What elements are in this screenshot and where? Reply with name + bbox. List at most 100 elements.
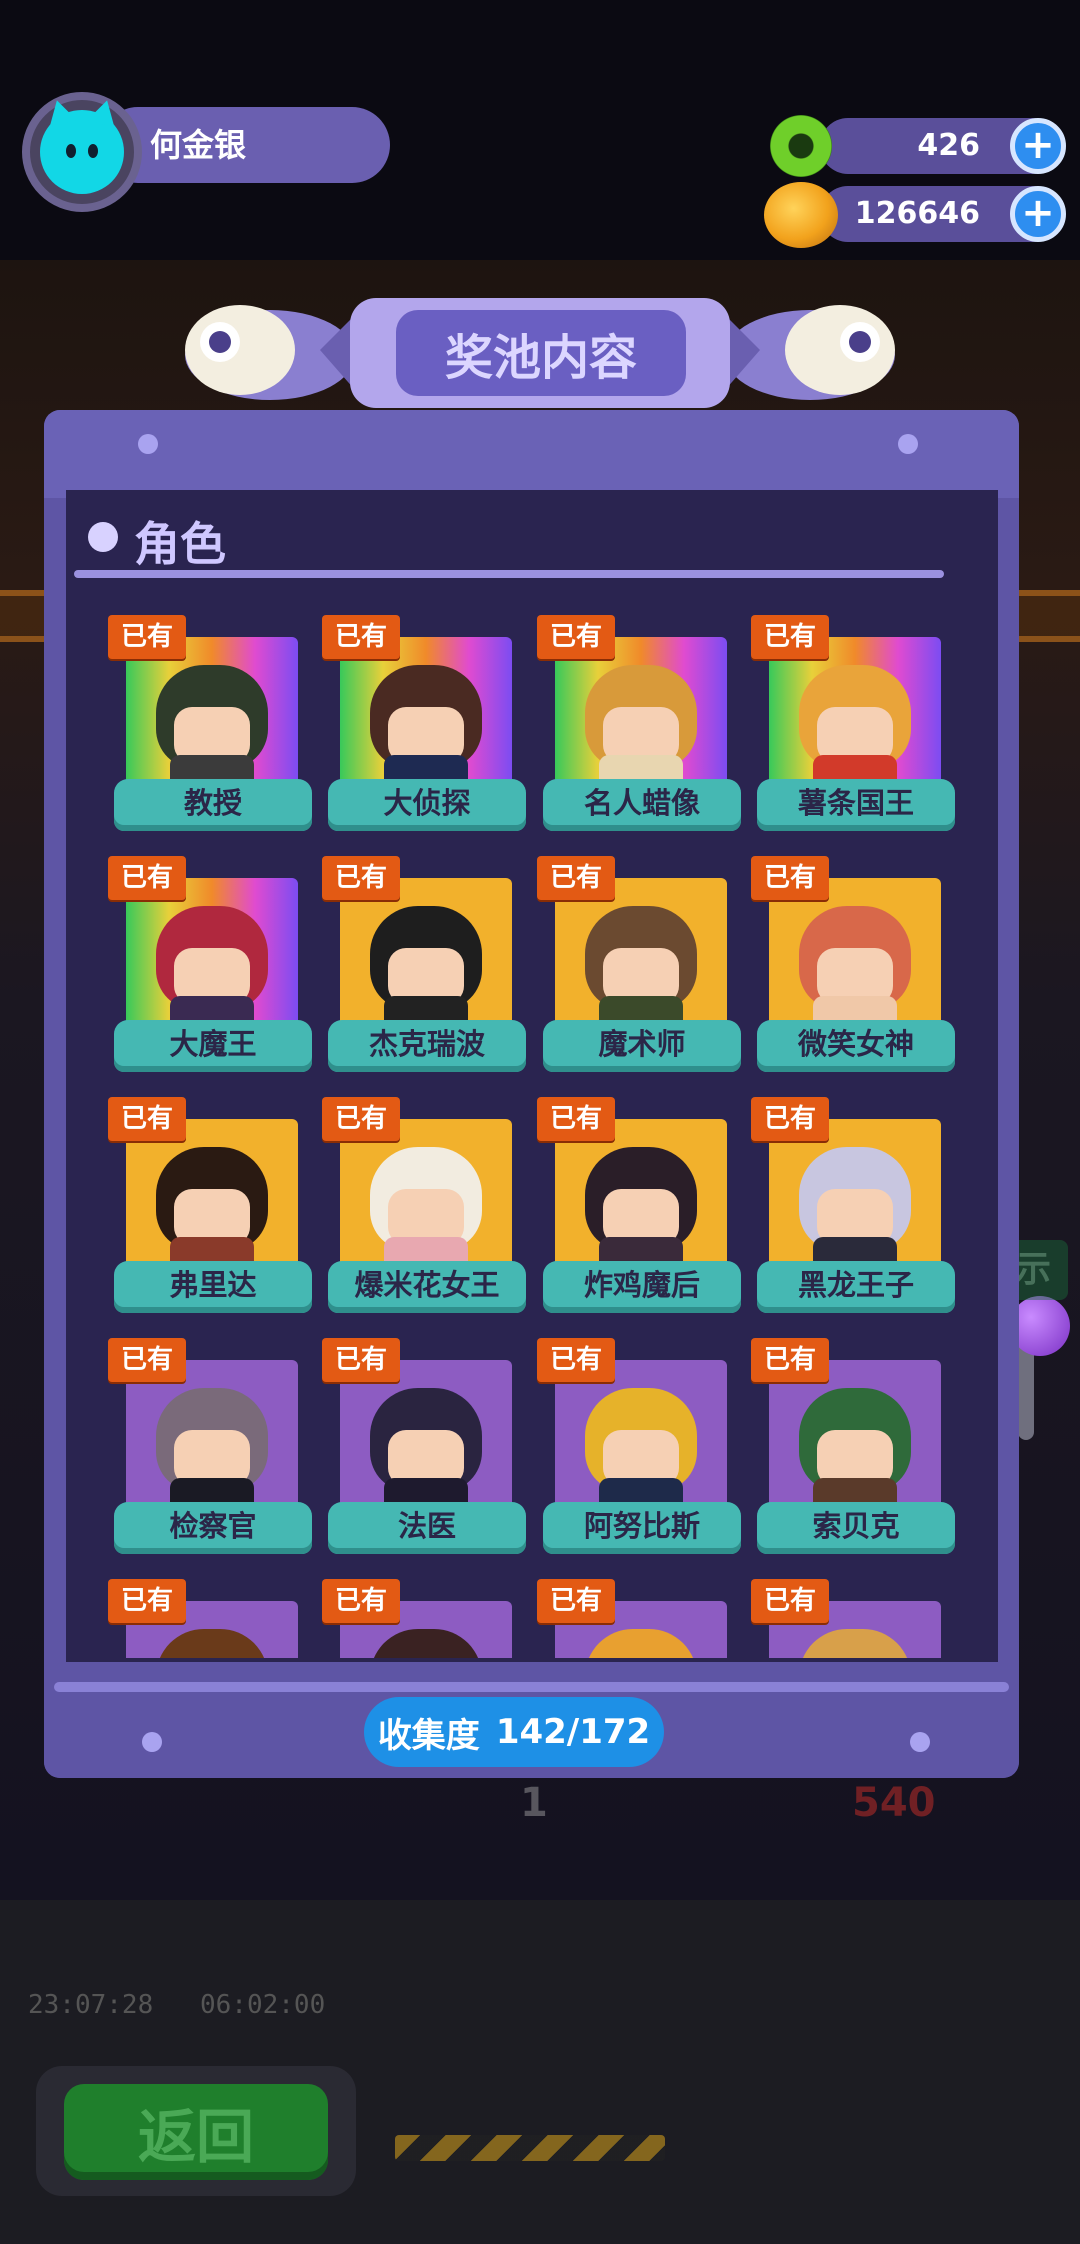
lever-knob-icon[interactable] (1010, 1296, 1070, 1356)
owned-badge: 已有 (537, 1579, 615, 1623)
character-card[interactable]: 已有教授 (108, 615, 318, 845)
owned-badge: 已有 (108, 1338, 186, 1382)
character-portrait (769, 1119, 941, 1271)
bg-coin-count-left: 1 (520, 1780, 548, 1826)
character-hair (370, 1629, 482, 1658)
modal-title: 奖池内容 (396, 310, 686, 396)
owned-badge: 已有 (751, 1579, 829, 1623)
character-card[interactable]: 已有黑龙王子 (751, 1097, 961, 1327)
collection-progress-value: 142/172 (495, 1712, 651, 1752)
back-button[interactable]: 返回 (64, 2084, 328, 2180)
owned-badge: 已有 (751, 856, 829, 900)
character-card[interactable]: 已有炸鸡魔后 (537, 1097, 747, 1327)
owned-badge: 已有 (751, 615, 829, 659)
character-portrait (126, 637, 298, 789)
character-portrait (555, 637, 727, 789)
section-divider (74, 570, 944, 578)
character-hair (156, 1629, 268, 1658)
character-portrait (555, 1119, 727, 1271)
character-name: 教授 (114, 779, 312, 831)
character-hair (585, 1629, 697, 1658)
collection-progress: 收集度 142/172 (364, 1697, 664, 1767)
character-name: 阿努比斯 (543, 1502, 741, 1554)
character-portrait (126, 1119, 298, 1271)
character-hair (799, 1629, 911, 1658)
character-name: 大侦探 (328, 779, 526, 831)
add-donut-coin-button[interactable]: + (1010, 118, 1066, 174)
character-card[interactable]: 已有法医 (322, 1338, 532, 1568)
character-portrait (340, 878, 512, 1030)
owned-badge: 已有 (751, 1338, 829, 1382)
gold-planet-coin-icon (764, 182, 838, 248)
donut-coin-value: 426 (917, 128, 980, 163)
cat-avatar-icon (40, 110, 124, 194)
character-portrait (555, 1360, 727, 1512)
character-card[interactable]: 已有阿努比斯 (537, 1338, 747, 1568)
character-card[interactable]: 已有大侦探 (322, 615, 532, 845)
rivet-icon (138, 434, 158, 454)
owned-badge: 已有 (322, 1097, 400, 1141)
hazard-stripe (395, 2135, 665, 2161)
character-name: 弗里达 (114, 1261, 312, 1313)
character-portrait (769, 1360, 941, 1512)
avatar[interactable] (22, 92, 142, 212)
character-card[interactable]: 已有 (537, 1579, 747, 1658)
character-card[interactable]: 已有 (322, 1579, 532, 1658)
fish-decoration-left-icon (185, 305, 360, 400)
character-portrait (769, 878, 941, 1030)
add-gold-coin-button[interactable]: + (1010, 186, 1066, 242)
character-card[interactable]: 已有 索贝克 (751, 1338, 961, 1568)
character-portrait (340, 1119, 512, 1271)
character-card[interactable]: 已有 薯条国王 (751, 615, 961, 845)
bg-timer-right: 06:02:00 (200, 1990, 326, 2020)
character-name: 炸鸡魔后 (543, 1261, 741, 1313)
character-name: 大魔王 (114, 1020, 312, 1072)
character-name: 微笑女神 (757, 1020, 955, 1072)
character-name: 名人蜡像 (543, 779, 741, 831)
character-portrait (340, 637, 512, 789)
character-name: 法医 (328, 1502, 526, 1554)
bg-timer-left: 23:07:28 (28, 1990, 154, 2020)
green-donut-coin-icon (770, 115, 832, 177)
rivet-icon (898, 434, 918, 454)
owned-badge: 已有 (108, 856, 186, 900)
owned-badge: 已有 (322, 615, 400, 659)
character-portrait (126, 878, 298, 1030)
owned-badge: 已有 (322, 856, 400, 900)
rivet-icon (910, 1732, 930, 1752)
character-grid[interactable]: 已有 教授 已有 大侦探 已有 名人蜡像 已有 薯条国王 已有 大魔王 已有 杰克瑞波 已有 魔术师 已有微… (66, 600, 998, 1658)
owned-badge: 已有 (322, 1579, 400, 1623)
owned-badge: 已有 (751, 1097, 829, 1141)
character-name: 黑龙王子 (757, 1261, 955, 1313)
character-card[interactable]: 已有杰克瑞波 (322, 856, 532, 1086)
character-name: 检察官 (114, 1502, 312, 1554)
character-portrait (126, 1360, 298, 1512)
character-portrait (340, 1360, 512, 1512)
character-card[interactable]: 已有 魔术师 (537, 856, 747, 1086)
character-card[interactable]: 已有 (751, 1579, 961, 1658)
owned-badge: 已有 (108, 1097, 186, 1141)
owned-badge: 已有 (537, 1338, 615, 1382)
character-card[interactable]: 已有检察官 (108, 1338, 318, 1568)
character-name: 杰克瑞波 (328, 1020, 526, 1072)
section-title-characters: 角色 (134, 517, 226, 571)
owned-badge: 已有 (537, 1097, 615, 1141)
character-card[interactable]: 已有名人蜡像 (537, 615, 747, 845)
footer-divider (54, 1682, 1009, 1692)
character-card[interactable]: 已有大魔王 (108, 856, 318, 1086)
owned-badge: 已有 (537, 856, 615, 900)
owned-badge: 已有 (108, 1579, 186, 1623)
character-card[interactable]: 已有弗里达 (108, 1097, 318, 1327)
owned-badge: 已有 (108, 615, 186, 659)
character-name: 爆米花女王 (328, 1261, 526, 1313)
character-card[interactable]: 已有爆米花女王 (322, 1097, 532, 1327)
section-bullet-icon (88, 522, 118, 552)
collection-progress-label: 收集度 (377, 1715, 480, 1756)
character-card[interactable]: 已有微笑女神 (751, 856, 961, 1086)
character-card[interactable]: 已有 (108, 1579, 318, 1658)
owned-badge: 已有 (322, 1338, 400, 1382)
rivet-icon (142, 1732, 162, 1752)
fish-decoration-right-icon (720, 305, 895, 400)
owned-badge: 已有 (537, 615, 615, 659)
player-name: 何金银 (150, 126, 247, 164)
